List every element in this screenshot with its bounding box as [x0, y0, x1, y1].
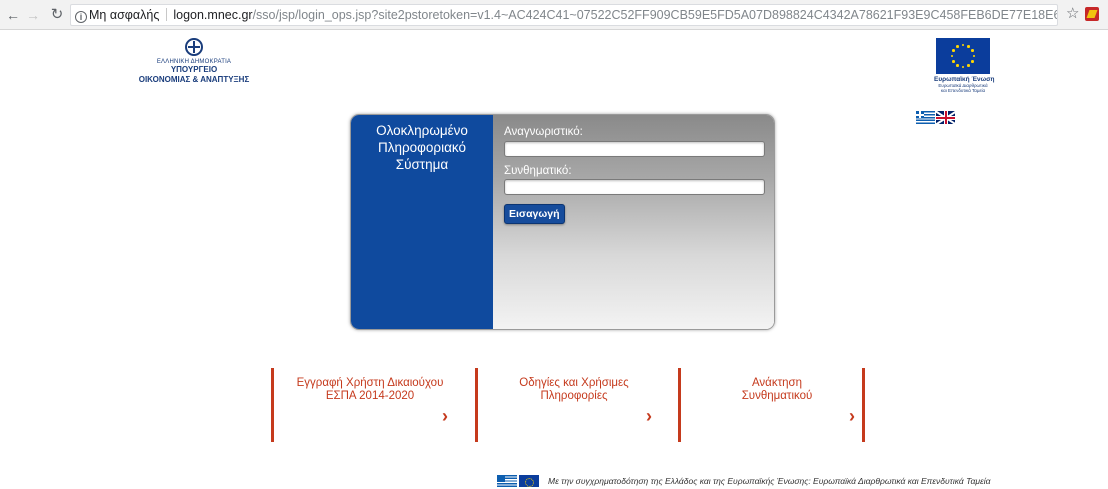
page: ← → ↻ i Μη ασφαλής logon.mnec.gr/sso/jsp/l…: [0, 0, 1108, 489]
tile-label: Εγγραφή Χρήστη Δικαιούχου ΕΣΠΑ 2014-2020: [274, 377, 466, 403]
tile-label: Οδηγίες και Χρήσιμες Πληροφορίες: [478, 377, 670, 403]
back-arrow-icon[interactable]: ←: [4, 6, 22, 24]
eu-flag-icon: [519, 475, 539, 487]
username-input[interactable]: [504, 141, 765, 157]
eu-logo: Ευρωπαϊκή Ένωση Ευρωπαϊκά Διαρθρωτικά κα…: [934, 38, 995, 96]
chevron-right-icon[interactable]: ›: [849, 407, 855, 425]
footer-flags: [497, 475, 541, 487]
password-input[interactable]: [504, 179, 765, 195]
eu-title: Ευρωπαϊκή Ένωση: [934, 76, 995, 83]
security-label[interactable]: Μη ασφαλής: [89, 8, 159, 22]
instructions-link[interactable]: Οδηγίες και Χρήσιμες Πληροφορίες ›: [475, 368, 670, 442]
language-selector: [916, 111, 956, 126]
divider: [166, 8, 168, 21]
ministry-logo: ΕΛΛΗΝΙΚΗ ΔΗΜΟΚΡΑΤΙΑ ΥΠΟΥΡΓΕΙΟ ΟΙΚΟΝΟΜΙΑΣ…: [134, 38, 254, 94]
login-form: Αναγνωριστικό: Συνθηματικό: Εισαγωγή: [493, 115, 774, 329]
address-bar[interactable]: i Μη ασφαλής logon.mnec.gr/sso/jsp/login_o…: [70, 4, 1058, 26]
password-recovery-link[interactable]: Ανάκτηση Συνθηματικού ›: [678, 368, 873, 442]
tile-label-line1: Ανάκτηση: [751, 377, 803, 389]
eu-flag-icon: [936, 38, 990, 74]
system-title-line3: Σύστημα: [395, 157, 449, 172]
system-title-line2: Πληροφοριακό: [377, 140, 467, 155]
greek-flag-icon[interactable]: [916, 111, 935, 124]
username-label: Αναγνωριστικό:: [504, 126, 583, 138]
chevron-right-icon[interactable]: ›: [646, 407, 652, 425]
tile-label-line2: ΕΣΠΑ 2014-2020: [325, 390, 415, 402]
info-icon[interactable]: i: [75, 11, 87, 23]
register-beneficiary-link[interactable]: Εγγραφή Χρήστη Δικαιούχου ΕΣΠΑ 2014-2020…: [271, 368, 466, 442]
login-panel: Ολοκληρωμένο Πληροφοριακό Σύστημα Αναγνω…: [350, 114, 775, 330]
system-title-line1: Ολοκληρωμένο: [376, 123, 468, 138]
tile-label-line1: Εγγραφή Χρήστη Δικαιούχου: [296, 377, 444, 389]
greek-emblem-icon: [185, 38, 203, 56]
extension-icon[interactable]: [1085, 7, 1099, 21]
forward-arrow-icon[interactable]: →: [24, 6, 42, 24]
uk-flag-icon[interactable]: [936, 111, 955, 124]
login-button[interactable]: Εισαγωγή: [504, 204, 565, 224]
tile-divider: [862, 368, 865, 442]
reload-icon[interactable]: ↻: [48, 6, 66, 24]
tile-label-line2: Πληροφορίες: [540, 390, 608, 402]
ministry-line2: ΥΠΟΥΡΓΕΙΟ: [170, 65, 218, 74]
tile-label-line1: Οδηγίες και Χρήσιμες: [519, 377, 629, 389]
ministry-line3: ΟΙΚΟΝΟΜΙΑΣ & ΑΝΑΠΤΥΞΗΣ: [138, 75, 250, 84]
tile-label: Ανάκτηση Συνθηματικού: [681, 377, 873, 403]
system-title: Ολοκληρωμένο Πληροφοριακό Σύστημα: [351, 115, 493, 329]
tile-label-line2: Συνθηματικού: [741, 390, 813, 402]
url-host: logon.mnec.gr: [173, 8, 253, 22]
eu-subtitle-2: και Επενδυτικά Ταμεία: [940, 88, 986, 93]
password-label: Συνθηματικό:: [504, 165, 572, 177]
url-path: /sso/jsp/login_ops.jsp?site2pstoretoken=…: [252, 8, 1057, 22]
star-icon[interactable]: ☆: [1066, 5, 1079, 23]
browser-toolbar: ← → ↻ i Μη ασφαλής logon.mnec.gr/sso/jsp/l…: [0, 0, 1108, 30]
chevron-right-icon[interactable]: ›: [442, 407, 448, 425]
cofunding-notice: Με την συγχρηματοδότηση της Ελλάδος και …: [548, 476, 991, 486]
greek-flag-icon: [497, 475, 517, 487]
